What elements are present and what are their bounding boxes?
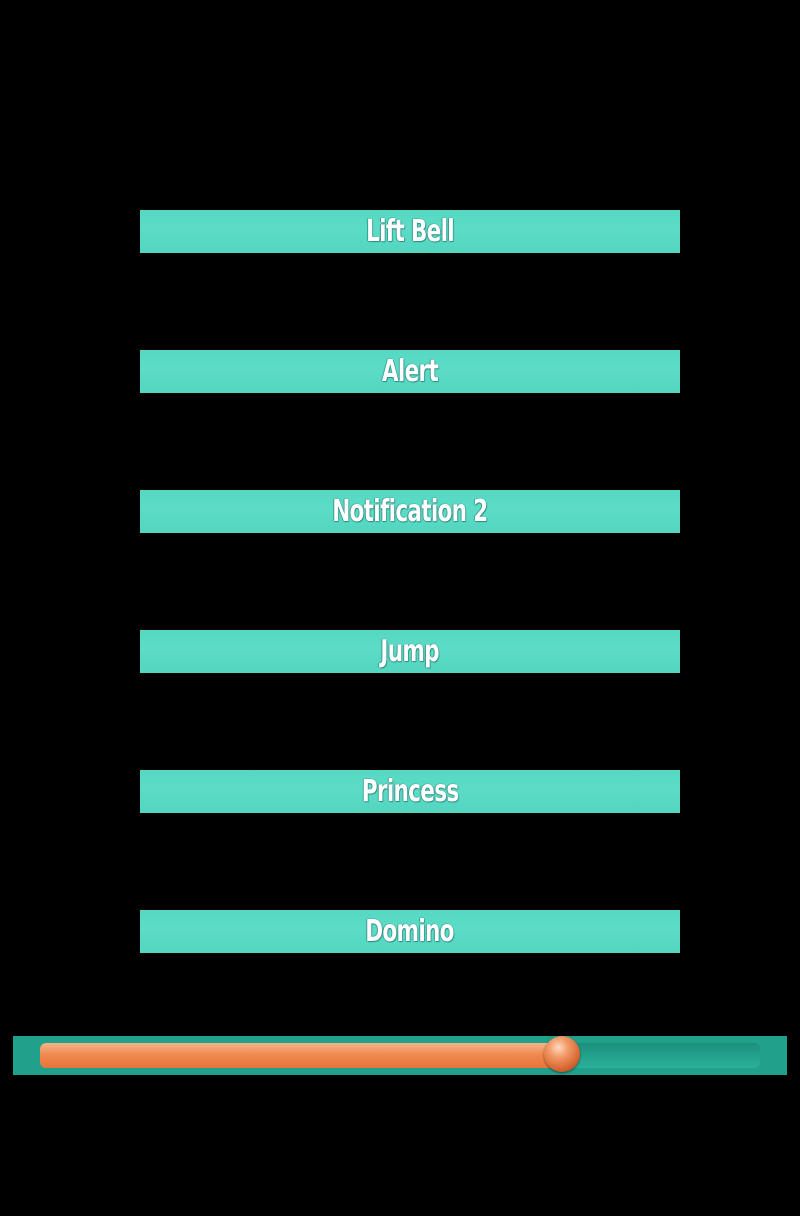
progress-fill xyxy=(40,1043,562,1068)
sound-button-label: Domino xyxy=(365,913,455,949)
sound-list: Lift Bell Alert Notification 2 Jump Prin… xyxy=(0,0,800,1000)
progress-track[interactable] xyxy=(40,1043,760,1068)
sound-button-domino[interactable]: Domino xyxy=(140,910,680,953)
sound-button-label: Princess xyxy=(361,773,459,809)
player-bar xyxy=(13,1036,787,1075)
sound-button-notification-2[interactable]: Notification 2 xyxy=(140,490,680,533)
sound-button-label: Alert xyxy=(381,353,439,389)
sound-button-princess[interactable]: Princess xyxy=(140,770,680,813)
sound-button-alert[interactable]: Alert xyxy=(140,350,680,393)
progress-thumb[interactable] xyxy=(544,1036,580,1072)
sound-button-label: Notification 2 xyxy=(332,493,488,529)
sound-button-lift-bell[interactable]: Lift Bell xyxy=(140,210,680,253)
sound-button-label: Lift Bell xyxy=(366,213,455,249)
sound-button-label: Jump xyxy=(380,633,440,669)
sound-button-jump[interactable]: Jump xyxy=(140,630,680,673)
